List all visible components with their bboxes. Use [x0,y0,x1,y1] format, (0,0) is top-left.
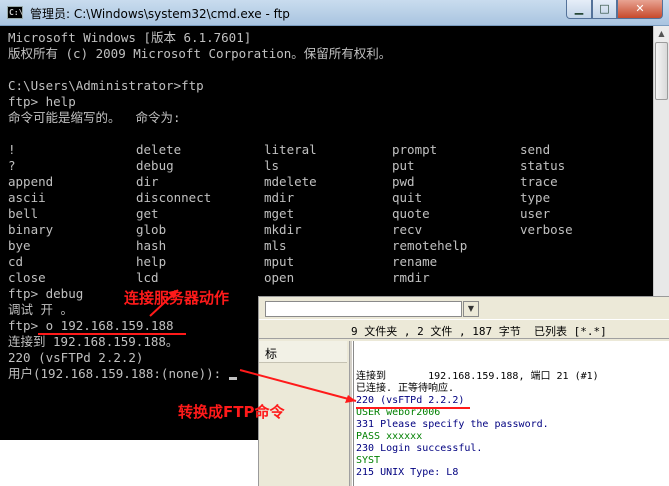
console-line: C:\Users\Administrator>ftp [8,78,204,93]
log-line: SYST [356,455,381,466]
command-item: send [520,142,551,157]
command-item: help [136,254,167,269]
command-item: ! [8,142,16,157]
command-item: binary [8,222,54,237]
column-header[interactable]: 标 [259,341,347,363]
log-line: 已连接. 正等待响应. [356,383,455,394]
log-line: 220 (vsFTPd 2.2.2) [356,395,465,406]
command-item: ascii [8,190,46,205]
command-item: disconnect [136,190,212,205]
console-line: ftp> debug [8,286,84,301]
command-item: open [264,270,295,285]
command-item: ? [8,158,16,173]
text-cursor [228,377,237,380]
console-prompt[interactable]: 用户(192.168.159.188:(none)): [8,366,237,382]
log-line: 331 Please specify the password. [356,419,549,430]
console-line: 调试 开 。 [8,302,74,317]
command-item: remotehelp [392,238,468,253]
log-line: USER webor2006 [356,407,441,418]
command-item: verbose [520,222,573,237]
command-item: mls [264,238,287,253]
command-item: lcd [136,270,159,285]
cmd-app-icon[interactable]: C:\ [7,6,23,19]
command-item: rename [392,254,438,269]
console-line: 版权所有 (c) 2009 Microsoft Corporation。保留所有… [8,46,392,61]
title-bar[interactable]: C:\ 管理员: C:\Windows\system32\cmd.exe - f… [0,0,669,26]
command-item: delete [136,142,182,157]
log-line: PASS xxxxxx [356,431,423,442]
command-item: literal [264,142,317,157]
command-item: mkdir [264,222,302,237]
command-item: get [136,206,159,221]
console-line: ftp> help [8,94,76,109]
command-item: put [392,158,415,173]
dropdown-arrow-icon[interactable]: ▼ [463,301,479,317]
command-item: prompt [392,142,438,157]
log-line: 215 UNIX Type: L8 [356,467,459,478]
annotation-convert-label: 转换成FTP命令 [178,403,285,421]
file-status-bar: 9 文件夹 , 2 文件 , 187 字节 已列表 [*.*] [259,319,669,339]
command-item: status [520,158,566,173]
window-title: 管理员: C:\Windows\system32\cmd.exe - ftp [30,7,290,21]
command-item: type [520,190,551,205]
log-line: 连接到 192.168.159.188, 端口 21 (#1) [356,371,599,382]
command-item: glob [136,222,167,237]
command-item: recv [392,222,423,237]
scroll-up-arrow-icon[interactable]: ▲ [654,26,669,42]
command-item: quote [392,206,430,221]
command-item: dir [136,174,159,189]
command-item: mput [264,254,295,269]
console-line: 220 (vsFTPd 2.2.2) [8,350,144,365]
column-header-label: 标 [265,347,278,361]
command-item: quit [392,190,423,205]
command-item: close [8,270,46,285]
command-item: trace [520,174,558,189]
command-item: user [520,206,551,221]
command-item: mdir [264,190,295,205]
console-line: 连接到 192.168.159.188。 [8,334,179,349]
command-item: ls [264,158,280,173]
command-item: rmdir [392,270,430,285]
path-input[interactable] [265,301,462,317]
command-item: mget [264,206,295,221]
maximize-button[interactable]: □ [592,0,617,19]
ftp-client-panel: ▼ 9 文件夹 , 2 文件 , 187 字节 已列表 [*.*] 标 连接到 … [258,296,669,486]
log-line: 230 Login successful. [356,443,483,454]
close-button[interactable]: ✕ [617,0,663,19]
console-line: 命令可能是缩写的。 命令为: [8,110,181,125]
annotation-connect-label: 连接服务器动作 [124,289,230,307]
scrollbar-thumb[interactable] [655,42,668,100]
command-item: bye [8,238,31,253]
command-item: debug [136,158,174,173]
command-item: mdelete [264,174,317,189]
ftp-session-log: 连接到 192.168.159.188, 端口 21 (#1) 已连接. 正等待… [353,341,669,486]
command-item: cd [8,254,24,269]
command-item: bell [8,206,39,221]
command-item: hash [136,238,167,253]
command-item: append [8,174,54,189]
file-status-text: 9 文件夹 , 2 文件 , 187 字节 已列表 [*.*] [351,325,607,338]
minimize-button[interactable]: ▁ [566,0,592,19]
command-item: pwd [392,174,415,189]
console-line: Microsoft Windows [版本 6.1.7601] [8,30,252,45]
console-line: ftp> o 192.168.159.188 [8,318,174,333]
